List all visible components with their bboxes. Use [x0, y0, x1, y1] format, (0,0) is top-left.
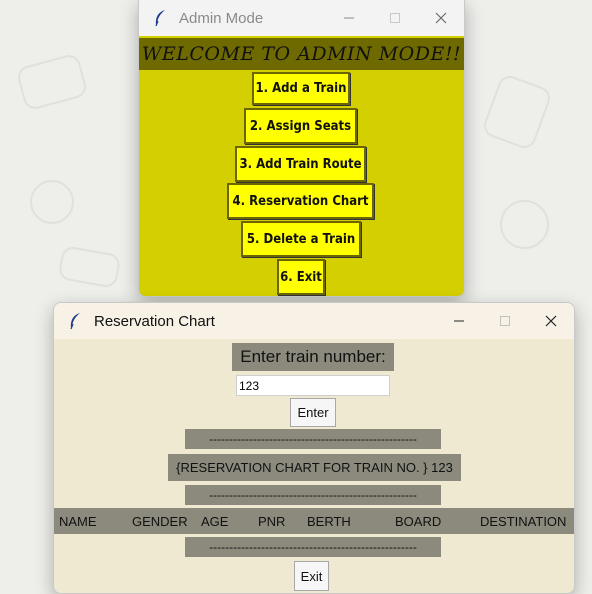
minimize-icon: [454, 320, 464, 322]
maximize-button[interactable]: [482, 303, 528, 339]
divider-line: ----------------------------------------…: [185, 485, 441, 505]
column-berth: BERTH: [307, 513, 351, 529]
enter-button[interactable]: Enter: [290, 398, 336, 427]
exit-button[interactable]: 6. Exit: [277, 259, 325, 295]
close-icon: [435, 12, 447, 24]
reservation-chart-button[interactable]: 4. Reservation Chart: [227, 183, 374, 219]
column-destination: DESTINATION: [480, 513, 567, 529]
column-name: NAME: [59, 513, 97, 529]
column-age: AGE: [201, 513, 229, 529]
train-number-prompt: Enter train number:: [232, 343, 394, 371]
minimize-button[interactable]: [326, 0, 372, 36]
wallpaper-doodle: [480, 72, 554, 152]
chart-column-header-row: NAME GENDER AGE PNR BERTH BOARD DESTINAT…: [54, 508, 574, 534]
maximize-icon: [500, 316, 510, 326]
welcome-banner: WELCOME TO ADMIN MODE!!: [139, 38, 464, 70]
add-train-route-button[interactable]: 3. Add Train Route: [235, 146, 366, 182]
feather-icon: [66, 312, 84, 330]
wallpaper-doodle: [500, 200, 549, 249]
maximize-icon: [390, 13, 400, 23]
column-board: BOARD: [395, 513, 442, 529]
close-button[interactable]: [418, 0, 464, 36]
window-title: Admin Mode: [179, 9, 264, 27]
reservation-chart-window: Reservation Chart Enter train number: En…: [53, 302, 575, 594]
delete-train-button[interactable]: 5. Delete a Train: [241, 221, 361, 257]
add-train-button[interactable]: 1. Add a Train: [252, 72, 350, 105]
close-button[interactable]: [528, 303, 574, 339]
column-pnr: PNR: [258, 513, 286, 529]
maximize-button[interactable]: [372, 0, 418, 36]
wallpaper-doodle: [15, 52, 89, 112]
column-gender: GENDER: [132, 513, 188, 529]
close-icon: [545, 315, 557, 327]
minimize-icon: [344, 17, 354, 19]
assign-seats-button[interactable]: 2. Assign Seats: [244, 108, 357, 144]
admin-mode-window: Admin Mode WELCOME TO ADMIN MODE!! 1. Ad…: [138, 0, 465, 297]
window-title: Reservation Chart: [94, 312, 215, 330]
wallpaper-doodle: [57, 245, 122, 289]
chart-heading: {RESERVATION CHART FOR TRAIN NO. } 123: [168, 454, 461, 481]
wallpaper-doodle: [30, 180, 74, 224]
train-number-input[interactable]: [236, 375, 390, 396]
exit-button[interactable]: Exit: [294, 561, 329, 591]
feather-icon: [151, 9, 169, 27]
reservation-titlebar[interactable]: Reservation Chart: [54, 303, 574, 339]
minimize-button[interactable]: [436, 303, 482, 339]
admin-titlebar[interactable]: Admin Mode: [139, 0, 464, 36]
divider-line: ----------------------------------------…: [185, 429, 441, 449]
divider-line: ----------------------------------------…: [185, 537, 441, 557]
